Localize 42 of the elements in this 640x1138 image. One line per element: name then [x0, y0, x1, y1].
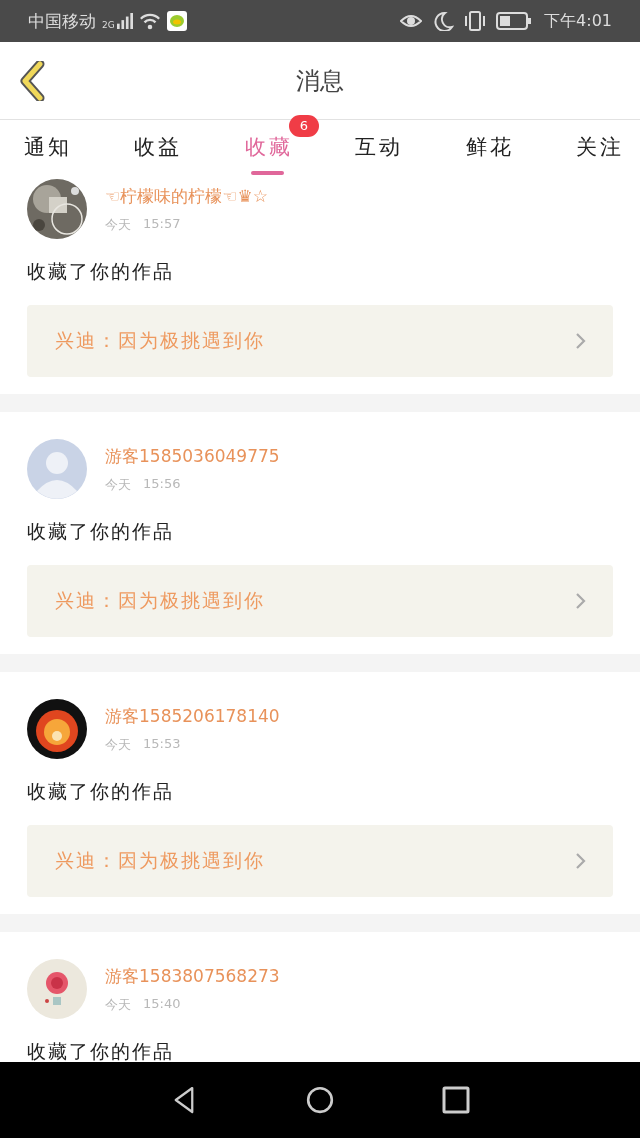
time-label: 15:40 — [143, 995, 181, 1013]
wifi-icon — [138, 12, 161, 30]
page-title: 消息 — [295, 65, 345, 97]
clock-time: 下午4:01 — [544, 10, 612, 32]
chevron-right-icon — [575, 592, 587, 610]
app-notification-icon — [166, 11, 187, 31]
tab[interactable]: 关注 — [575, 120, 624, 177]
date-label: 今天 — [105, 215, 131, 234]
message-text: 收藏了你的作品 — [27, 1039, 175, 1062]
vibrate-icon — [464, 11, 487, 31]
time-label: 15:57 — [143, 215, 181, 233]
tab[interactable]: 鲜花 — [465, 120, 514, 177]
work-link-card[interactable]: 兴迪：因为极挑遇到你 — [27, 825, 613, 897]
date-label: 今天 — [105, 475, 131, 494]
count-badge: 6 — [288, 115, 320, 137]
tab[interactable]: 通知 — [24, 120, 72, 177]
moon-icon — [432, 11, 455, 31]
work-link-card[interactable]: 兴迪：因为极挑遇到你 — [27, 305, 613, 377]
chevron-right-icon — [575, 332, 587, 350]
message-text: 收藏了你的作品 — [27, 519, 175, 544]
user-name[interactable]: 游客1585206178140 — [105, 704, 280, 728]
recents-icon[interactable] — [442, 1085, 470, 1115]
network-type: 2G — [102, 19, 115, 30]
avatar-icon — [27, 439, 87, 499]
carrier-name: 中国移动 — [28, 9, 96, 33]
message-text: 收藏了你的作品 — [27, 779, 175, 804]
tab[interactable]: 收益 — [134, 120, 183, 177]
date-label: 今天 — [105, 735, 131, 754]
work-link-card[interactable]: 兴迪：因为极挑遇到你 — [27, 565, 613, 637]
user-name[interactable]: 游客1583807568273 — [105, 964, 280, 988]
user-name[interactable]: ☜柠檬味的柠檬☜♛☆ — [105, 184, 268, 208]
time-label: 15:53 — [143, 735, 181, 753]
back-button[interactable] — [20, 60, 46, 101]
chevron-right-icon — [575, 852, 587, 870]
time-label: 15:56 — [143, 475, 181, 493]
signal-icon — [116, 13, 133, 29]
home-icon[interactable] — [306, 1085, 334, 1115]
battery-icon — [496, 11, 533, 31]
date-label: 今天 — [105, 995, 131, 1014]
user-name[interactable]: 游客1585036049775 — [105, 444, 280, 468]
message-text: 收藏了你的作品 — [27, 259, 175, 284]
tab[interactable]: 互动 — [355, 120, 404, 177]
